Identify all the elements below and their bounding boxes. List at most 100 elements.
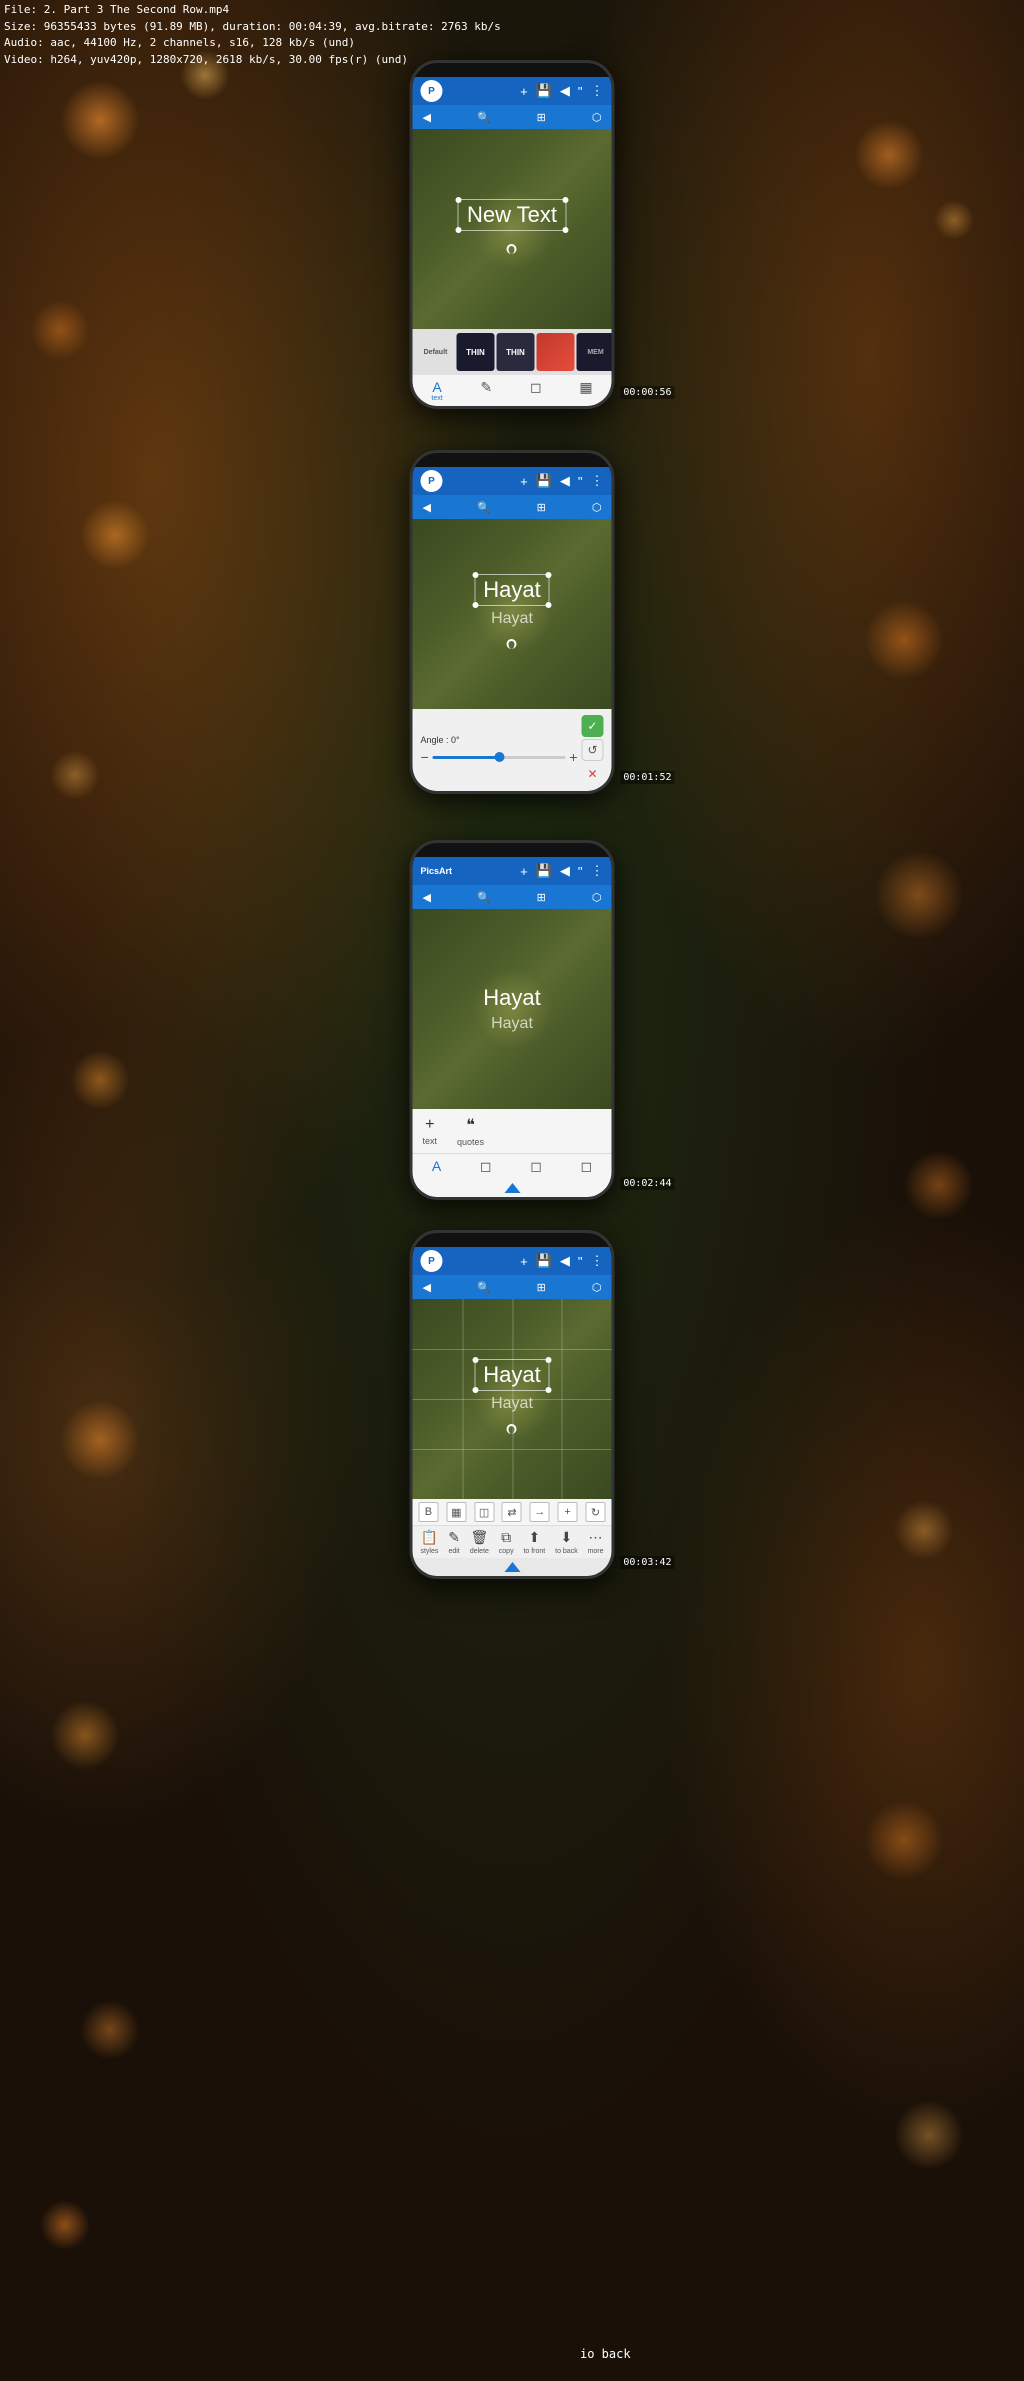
add-icon-2[interactable]: +	[520, 474, 528, 489]
action-edit-4[interactable]: ✎ edit	[448, 1529, 460, 1555]
slider-plus-2[interactable]: +	[569, 749, 577, 765]
more-icon-4[interactable]: ⋮	[591, 1253, 604, 1269]
grid-icon-1[interactable]: ⊞	[537, 111, 546, 124]
template-thin-2[interactable]: THIN	[497, 333, 535, 371]
nav-grid-1[interactable]: ▦	[579, 379, 592, 402]
save-icon-3[interactable]: 💾	[536, 863, 552, 879]
action-toback-4[interactable]: ⬇ to back	[555, 1529, 578, 1555]
slider-track-2[interactable]	[433, 756, 566, 759]
brand-logo-4: P	[421, 1250, 443, 1272]
nav-item2-3[interactable]: ◻	[480, 1158, 492, 1175]
save-icon-4[interactable]: 💾	[536, 1253, 552, 1269]
action-delete-4[interactable]: 🗑 delete	[470, 1529, 489, 1555]
undo-icon-2[interactable]: ◀	[423, 501, 431, 514]
nav-item4-3[interactable]: ◻	[581, 1158, 593, 1175]
zoom-icon-3[interactable]: 🔍	[477, 891, 491, 904]
share-icon-4[interactable]: ◀	[560, 1253, 570, 1269]
quote-icon-2[interactable]: "	[578, 474, 583, 489]
share-icon-3[interactable]: ◀	[560, 863, 570, 879]
filter-icon-1[interactable]: ⬡	[592, 111, 602, 124]
quote-icon-1[interactable]: "	[578, 84, 583, 99]
zoom-icon-2[interactable]: 🔍	[477, 501, 491, 514]
grid-icon-4[interactable]: ⊞	[537, 1281, 546, 1294]
edit-label-4: edit	[448, 1548, 459, 1555]
toolbar-left-2: P	[421, 470, 443, 492]
action-tofront-4[interactable]: ⬆ to front	[523, 1529, 545, 1555]
action-copy-4[interactable]: ⧉ copy	[499, 1529, 514, 1555]
edit-tool-bold-4[interactable]: B	[418, 1502, 438, 1522]
grid-icon-3[interactable]: ⊞	[537, 891, 546, 904]
template-thin-1[interactable]: THIN	[457, 333, 495, 371]
nav-text-3[interactable]: A	[432, 1158, 441, 1175]
text-tool-3[interactable]: + text	[423, 1116, 438, 1146]
zoom-icon-1[interactable]: 🔍	[477, 111, 491, 124]
action-more-4[interactable]: ⋯ more	[588, 1529, 604, 1555]
action-styles-4[interactable]: 📋 styles	[420, 1529, 438, 1555]
confirm-btn-2[interactable]: ✓	[582, 715, 604, 737]
handle-tl-1[interactable]	[456, 197, 462, 203]
quote-icon-3[interactable]: "	[578, 864, 583, 879]
text-tool-icon-3: +	[425, 1116, 434, 1134]
rotate-handle-2[interactable]	[474, 636, 549, 654]
handle-bl-4[interactable]	[472, 1387, 478, 1393]
save-icon-1[interactable]: 💾	[536, 83, 552, 99]
handle-bl-2[interactable]	[472, 602, 478, 608]
quote-icon-4[interactable]: "	[578, 1254, 583, 1269]
filter-icon-4[interactable]: ⬡	[592, 1281, 602, 1294]
share-icon-1[interactable]: ◀	[560, 83, 570, 99]
edit-tool-arrow-4[interactable]: →	[530, 1502, 550, 1522]
toolbar-3: PicsArt + 💾 ◀ " ⋮	[413, 857, 612, 885]
slider-thumb-2[interactable]	[494, 752, 504, 762]
bokeh-light	[854, 120, 924, 190]
filter-icon-2[interactable]: ⬡	[592, 501, 602, 514]
handle-br-1[interactable]	[562, 227, 568, 233]
more-icon-2[interactable]: ⋮	[591, 473, 604, 489]
grid-icon-2[interactable]: ⊞	[537, 501, 546, 514]
toolbar-4: P + 💾 ◀ " ⋮	[413, 1247, 612, 1275]
filter-icon-3[interactable]: ⬡	[592, 891, 602, 904]
phone-section-2: P + 💾 ◀ " ⋮ ◀ 🔍 ⊞ ⬡ Hayat	[410, 450, 615, 794]
template-red[interactable]	[537, 333, 575, 371]
template-mem[interactable]: MEM	[577, 333, 612, 371]
edit-tool-add-4[interactable]: +	[558, 1502, 578, 1522]
canvas-content-3: Hayat Hayat	[483, 985, 540, 1033]
edit-tool-rotate-4[interactable]: ↻	[585, 1502, 605, 1522]
nav-draw-1[interactable]: ✎	[480, 379, 492, 402]
handle-tl-4[interactable]	[472, 1357, 478, 1363]
edit-tool-frame-4[interactable]: ◫	[474, 1502, 494, 1522]
text-selection-box-4[interactable]: Hayat	[474, 1359, 549, 1391]
text-selection-box-2[interactable]: Hayat	[474, 574, 549, 606]
toolbar-2: P + 💾 ◀ " ⋮	[413, 467, 612, 495]
add-icon-1[interactable]: +	[520, 84, 528, 99]
handle-tr-1[interactable]	[562, 197, 568, 203]
undo-icon-4[interactable]: ◀	[423, 1281, 431, 1294]
more-icon-1[interactable]: ⋮	[591, 83, 604, 99]
quotes-tool-3[interactable]: ❝ quotes	[457, 1115, 484, 1147]
nav-item3-3[interactable]: ◻	[530, 1158, 542, 1175]
zoom-icon-4[interactable]: 🔍	[477, 1281, 491, 1294]
undo-btn-2[interactable]: ↺	[582, 739, 604, 761]
close-btn-2[interactable]: ✕	[582, 763, 604, 785]
add-icon-4[interactable]: +	[520, 1254, 528, 1269]
file-info-line3: Audio: aac, 44100 Hz, 2 channels, s16, 1…	[4, 35, 501, 52]
edit-icon-4: ✎	[448, 1529, 460, 1546]
save-icon-2[interactable]: 💾	[536, 473, 552, 489]
handle-tl-2[interactable]	[472, 572, 478, 578]
edit-tool-flip-4[interactable]: ⇄	[502, 1502, 522, 1522]
share-icon-2[interactable]: ◀	[560, 473, 570, 489]
rotate-handle-1[interactable]	[458, 241, 566, 259]
edit-tool-grid-4[interactable]: ▦	[446, 1502, 466, 1522]
add-icon-3[interactable]: +	[520, 864, 528, 879]
rotate-handle-4[interactable]	[474, 1421, 549, 1439]
nav-shape-1[interactable]: ◻	[530, 379, 542, 402]
nav-text-1[interactable]: A text	[431, 379, 442, 402]
slider-minus-2[interactable]: −	[421, 749, 429, 765]
undo-icon-1[interactable]: ◀	[423, 111, 431, 124]
canvas-secondary-text-4: Hayat	[474, 1395, 549, 1413]
more-icon-3[interactable]: ⋮	[591, 863, 604, 879]
toolbar-1: P + 💾 ◀ " ⋮	[413, 77, 612, 105]
text-selection-box-1[interactable]: New Text	[458, 199, 566, 231]
template-default[interactable]: Default	[417, 333, 455, 371]
undo-icon-3[interactable]: ◀	[423, 891, 431, 904]
handle-bl-1[interactable]	[456, 227, 462, 233]
